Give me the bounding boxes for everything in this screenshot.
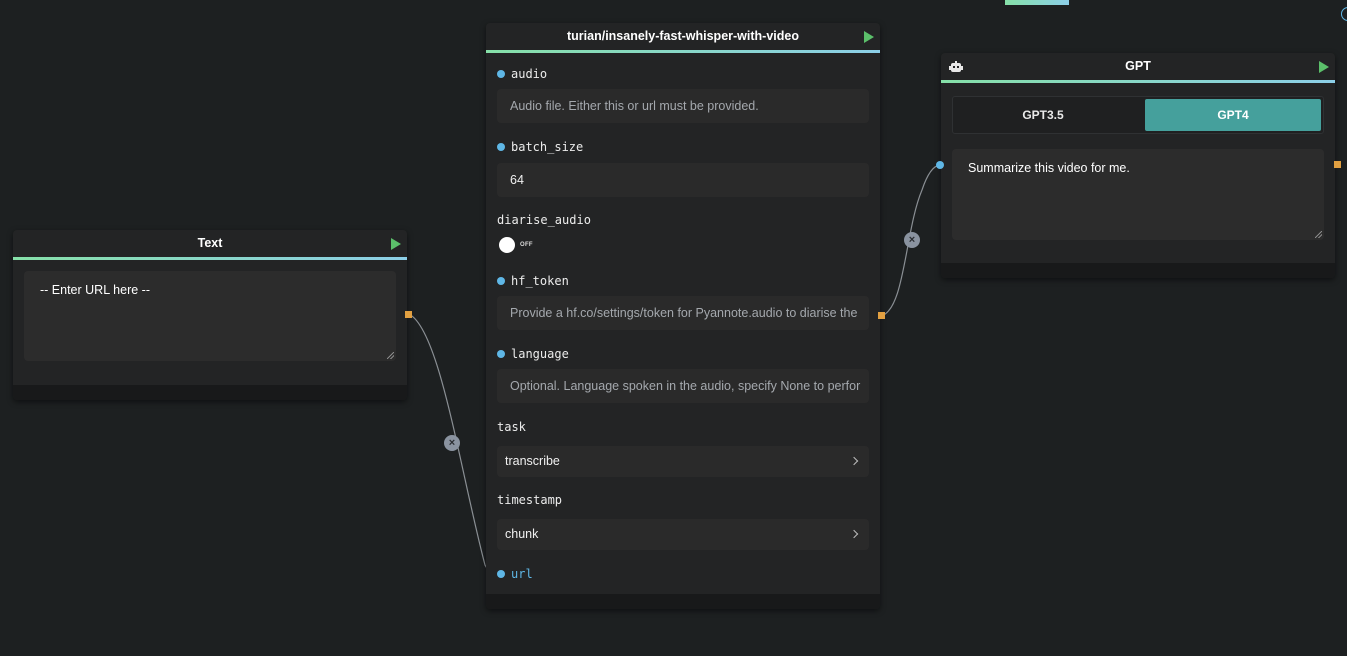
gpt-node-footer <box>941 263 1335 278</box>
model-selector[interactable]: GPT3.5 GPT4 <box>952 96 1324 134</box>
toggle-state-text: OFF <box>520 242 533 248</box>
offscreen-node-port-icon <box>1341 7 1347 21</box>
timestamp-value: chunk <box>505 527 539 541</box>
resize-grip-icon[interactable] <box>1315 231 1322 238</box>
task-value: transcribe <box>505 454 560 468</box>
wire-disconnect-icon[interactable]: × <box>904 232 920 248</box>
gpt-output-port[interactable] <box>1334 161 1341 168</box>
diarise-audio-label: diarise_audio <box>497 213 591 227</box>
text-node-title: Text <box>197 236 223 250</box>
audio-placeholder: Audio file. Either this or url must be p… <box>510 99 759 113</box>
batch-size-input-port[interactable] <box>497 143 505 151</box>
text-output-port[interactable] <box>405 311 412 318</box>
gpt-node-title: GPT <box>1125 59 1151 73</box>
toggle-knob <box>499 237 515 253</box>
batch-size-input[interactable]: 64 <box>497 163 869 197</box>
chevron-right-icon <box>849 529 859 539</box>
top-accent-bar <box>1005 0 1069 5</box>
chevron-right-icon <box>849 456 859 466</box>
whisper-node-header[interactable]: turian/insanely-fast-whisper-with-video <box>486 23 880 53</box>
timestamp-label: timestamp <box>497 493 563 507</box>
model-option-gpt4[interactable]: GPT4 <box>1145 99 1321 131</box>
play-icon[interactable] <box>864 31 874 43</box>
wire-disconnect-icon[interactable]: × <box>444 435 460 451</box>
prompt-textarea[interactable]: Summarize this video for me. <box>952 149 1324 240</box>
text-node-header[interactable]: Text <box>13 230 407 260</box>
gpt-node-header[interactable]: GPT <box>941 53 1335 83</box>
url-input-port[interactable] <box>497 570 505 578</box>
whisper-node[interactable]: turian/insanely-fast-whisper-with-video … <box>486 23 885 609</box>
gpt-node[interactable]: GPT GPT3.5 GPT4 Summarize this video for… <box>936 53 1341 278</box>
prompt-value: Summarize this video for me. <box>968 161 1130 175</box>
language-input[interactable]: Optional. Language spoken in the audio, … <box>497 369 869 403</box>
robot-icon <box>949 61 963 73</box>
audio-input[interactable]: Audio file. Either this or url must be p… <box>497 89 869 123</box>
hf-token-input-port[interactable] <box>497 277 505 285</box>
hf-token-placeholder: Provide a hf.co/settings/token for Pyann… <box>510 306 858 320</box>
hf-token-label: hf_token <box>511 274 569 288</box>
diarise-audio-toggle[interactable]: OFF <box>497 237 537 254</box>
task-select[interactable]: transcribe <box>497 446 869 477</box>
url-label: url <box>511 567 533 581</box>
whisper-node-title: turian/insanely-fast-whisper-with-video <box>567 29 799 43</box>
audio-input-port[interactable] <box>497 70 505 78</box>
timestamp-select[interactable]: chunk <box>497 519 869 550</box>
play-icon[interactable] <box>1319 61 1329 73</box>
audio-label: audio <box>511 67 548 81</box>
text-content-value: -- Enter URL here -- <box>40 283 150 297</box>
language-input-port[interactable] <box>497 350 505 358</box>
text-content-textarea[interactable]: -- Enter URL here -- <box>24 271 396 361</box>
gpt-input-port[interactable] <box>936 161 944 169</box>
whisper-output-port[interactable] <box>878 312 885 319</box>
language-placeholder: Optional. Language spoken in the audio, … <box>510 379 861 393</box>
whisper-node-footer <box>486 594 880 609</box>
node-canvas[interactable]: Text -- Enter URL here -- × turian/insan… <box>0 0 1347 656</box>
task-label: task <box>497 420 526 434</box>
text-node[interactable]: Text -- Enter URL here -- <box>13 230 412 400</box>
batch-size-label: batch_size <box>511 140 584 154</box>
resize-grip-icon[interactable] <box>387 352 394 359</box>
play-icon[interactable] <box>391 238 401 250</box>
text-node-footer <box>13 385 407 400</box>
model-option-gpt35[interactable]: GPT3.5 <box>955 99 1131 131</box>
hf-token-input[interactable]: Provide a hf.co/settings/token for Pyann… <box>497 296 869 330</box>
batch-size-value: 64 <box>510 173 524 187</box>
language-label: language <box>511 347 569 361</box>
